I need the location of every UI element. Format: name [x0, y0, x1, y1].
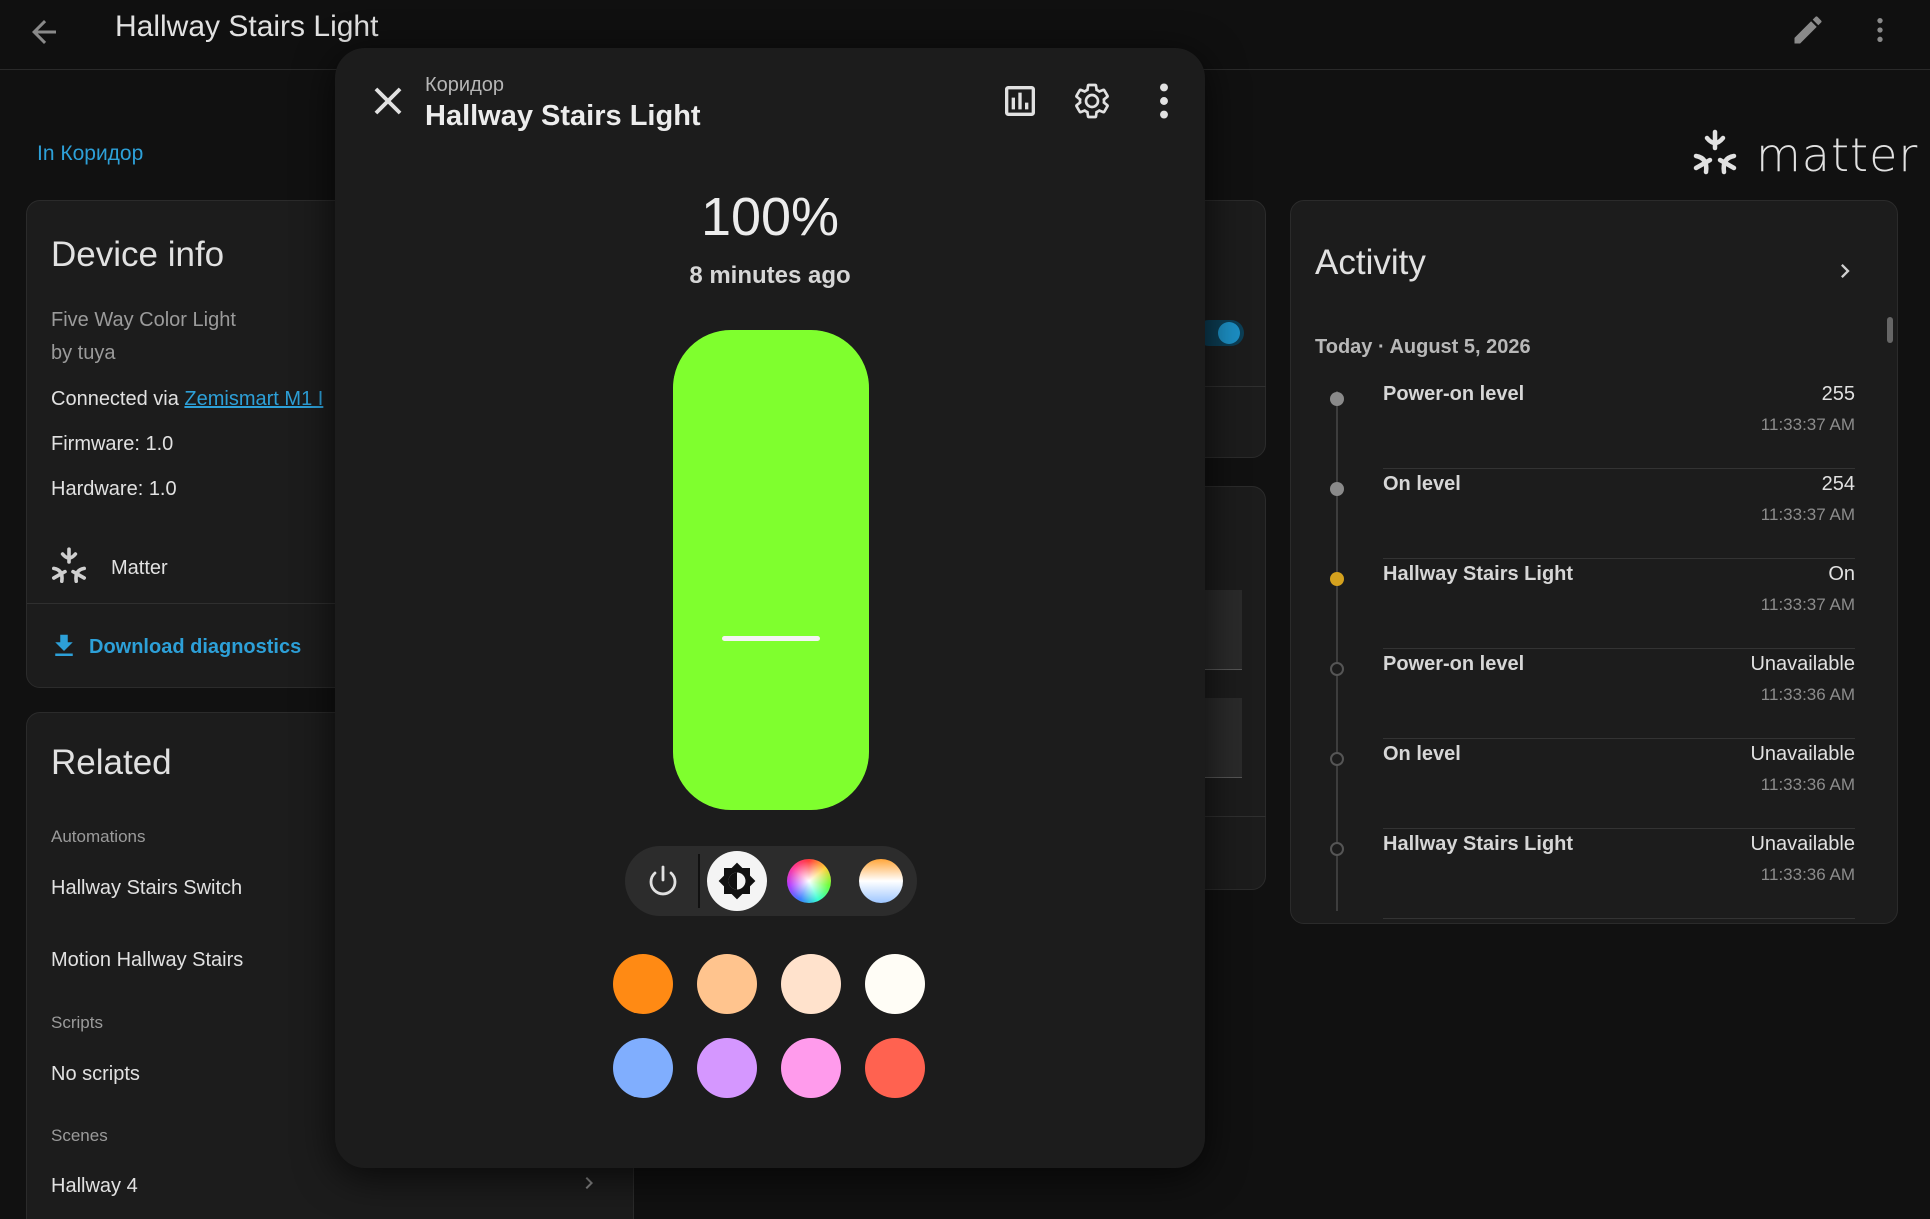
more-vert-icon[interactable]	[1864, 12, 1896, 48]
power-button[interactable]	[633, 851, 693, 911]
matter-logo-icon	[1693, 129, 1737, 175]
light-mode-selector	[625, 846, 917, 916]
activity-entry-name: Power-on level	[1383, 383, 1525, 405]
divider	[1383, 918, 1855, 919]
connected-via-label: Connected via	[51, 388, 185, 410]
activity-entry-time: 11:33:37 AM	[1760, 595, 1855, 614]
favorite-color-swatch[interactable]	[697, 954, 757, 1014]
area-link[interactable]: In Коридор	[37, 142, 143, 166]
brightness-icon	[718, 862, 756, 900]
timeline-dot-icon	[1330, 842, 1344, 856]
light-state-value: 100%	[700, 187, 840, 247]
matter-logo: matter	[1690, 128, 1930, 182]
activity-title: Activity	[1315, 243, 1426, 282]
activity-entry-value: 254	[1821, 473, 1855, 495]
favorite-color-swatch[interactable]	[781, 1038, 841, 1098]
activity-entry-value: Unavailable	[1750, 833, 1855, 855]
related-automation-item[interactable]: Hallway Stairs Switch	[51, 877, 242, 900]
no-scripts-text: No scripts	[51, 1063, 140, 1085]
activity-entry[interactable]: On level Unavailable 11:33:36 AM	[1315, 739, 1855, 829]
favorite-color-swatch[interactable]	[697, 1038, 757, 1098]
download-diagnostics-button[interactable]: Download diagnostics	[89, 636, 301, 659]
connected-via-link[interactable]: Zemismart M1 I	[184, 388, 323, 410]
download-icon[interactable]	[49, 631, 79, 661]
activity-entry-time: 11:33:36 AM	[1760, 865, 1855, 884]
related-automation-item[interactable]: Motion Hallway Stairs	[51, 949, 243, 972]
matter-icon	[49, 546, 89, 586]
more-vert-icon[interactable]	[1139, 76, 1189, 126]
timeline-dot-icon	[1330, 752, 1344, 766]
automations-header: Automations	[51, 827, 146, 846]
pencil-icon[interactable]	[1790, 12, 1826, 48]
activity-entry-time: 11:33:37 AM	[1760, 415, 1855, 434]
power-icon	[649, 865, 677, 896]
brightness-mode-button[interactable]	[707, 851, 767, 911]
entity-toggle-knob	[1218, 322, 1240, 344]
activity-card: Activity Today · August 5, 2026 Power-on…	[1290, 200, 1898, 924]
activity-entry[interactable]: On level 254 11:33:37 AM	[1315, 469, 1855, 559]
brightness-slider[interactable]	[673, 330, 869, 810]
favorite-color-swatch[interactable]	[865, 1038, 925, 1098]
device-manufacturer: by tuya	[51, 342, 116, 364]
timeline-dot-icon	[1330, 482, 1344, 496]
activity-entry-name: On level	[1383, 473, 1461, 495]
last-changed: 8 minutes ago	[689, 262, 851, 289]
mode-separator	[698, 854, 700, 908]
activity-entry-name: Hallway Stairs Light	[1383, 833, 1574, 855]
timeline-dot-icon	[1330, 572, 1344, 586]
color-wheel-icon	[787, 859, 831, 903]
gear-icon[interactable]	[1067, 76, 1117, 126]
dialog-area-label: Коридор	[425, 74, 504, 96]
activity-scrollbar[interactable]	[1887, 317, 1893, 343]
brightness-slider-fill	[673, 330, 869, 810]
matter-logo-text: matter	[1756, 128, 1919, 182]
activity-entry-value: Unavailable	[1750, 743, 1855, 765]
activity-entry-value: Unavailable	[1750, 653, 1855, 675]
color-wheel-mode-button[interactable]	[779, 851, 839, 911]
integration-matter-link[interactable]: Matter	[111, 557, 168, 580]
activity-entry[interactable]: Hallway Stairs Light Unavailable 11:33:36 …	[1315, 829, 1855, 919]
firmware-version: Firmware: 1.0	[51, 433, 174, 455]
favorite-color-swatch[interactable]	[613, 954, 673, 1014]
connected-via: Connected via Zemismart M1 I	[51, 388, 323, 411]
brightness-slider-handle[interactable]	[722, 636, 820, 641]
activity-entry-name: On level	[1383, 743, 1461, 765]
page-title: Hallway Stairs Light	[115, 10, 379, 43]
activity-entry[interactable]: Power-on level 255 11:33:37 AM	[1315, 379, 1855, 469]
activity-entry-time: 11:33:37 AM	[1760, 505, 1855, 524]
favorite-color-swatch[interactable]	[865, 954, 925, 1014]
favorite-color-swatch[interactable]	[781, 954, 841, 1014]
related-scene-item[interactable]: Hallway 4	[51, 1175, 138, 1198]
dialog-title: Hallway Stairs Light	[425, 100, 701, 132]
back-arrow-icon[interactable]	[26, 14, 62, 50]
timeline-dot-icon	[1330, 662, 1344, 676]
device-model: Five Way Color Light	[51, 309, 236, 331]
device-info-title: Device info	[51, 235, 225, 274]
scripts-header: Scripts	[51, 1013, 103, 1032]
activity-entry[interactable]: Power-on level Unavailable 11:33:36 AM	[1315, 649, 1855, 739]
hardware-version: Hardware: 1.0	[51, 478, 177, 500]
more-info-dialog: Коридор Hallway Stairs Light 100% 8 minu…	[335, 48, 1205, 1168]
close-icon[interactable]	[365, 78, 411, 124]
activity-date: Today · August 5, 2026	[1315, 336, 1531, 358]
scenes-header: Scenes	[51, 1126, 108, 1145]
history-chart-icon[interactable]	[995, 76, 1045, 126]
activity-entry-value: On	[1828, 563, 1855, 585]
activity-entry-name: Hallway Stairs Light	[1383, 563, 1574, 585]
color-temperature-icon	[859, 859, 903, 903]
chevron-right-icon[interactable]	[1831, 257, 1859, 285]
timeline-dot-icon	[1330, 392, 1344, 406]
chevron-right-icon[interactable]	[577, 1171, 601, 1195]
favorite-color-swatch[interactable]	[613, 1038, 673, 1098]
color-temperature-mode-button[interactable]	[851, 851, 911, 911]
activity-entry-name: Power-on level	[1383, 653, 1525, 675]
activity-entry-value: 255	[1821, 383, 1855, 405]
activity-entry-time: 11:33:36 AM	[1760, 685, 1855, 704]
activity-entry[interactable]: Hallway Stairs Light On 11:33:37 AM	[1315, 559, 1855, 649]
related-title: Related	[51, 743, 172, 782]
activity-entry-time: 11:33:36 AM	[1760, 775, 1855, 794]
